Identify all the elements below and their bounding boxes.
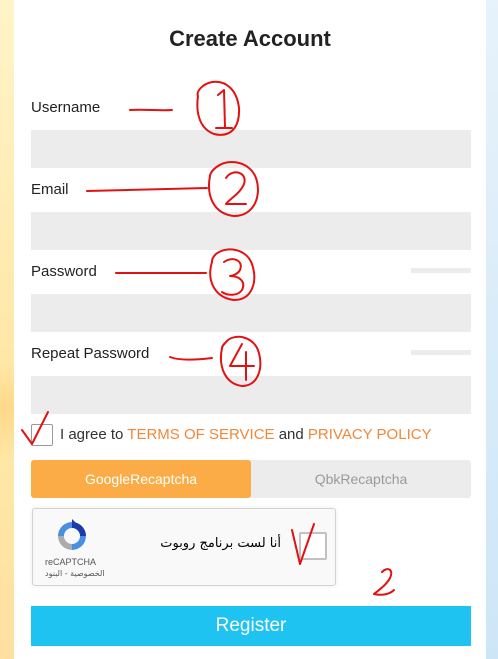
repeat-password-strength-bar — [411, 350, 471, 355]
recaptcha-checkbox[interactable] — [299, 532, 327, 560]
recaptcha-label: أنا لست برنامج روبوت — [160, 536, 281, 551]
recaptcha-widget: أنا لست برنامج روبوت reCAPTCHA الخصوصية … — [32, 508, 336, 586]
recaptcha-logo-icon — [58, 519, 86, 550]
recaptcha-brand: reCAPTCHA — [45, 557, 97, 567]
terms-agreement: I agree to TERMS OF SERVICE and PRIVACY … — [31, 424, 481, 446]
terms-checkbox[interactable] — [31, 424, 53, 446]
recaptcha-privacy-terms[interactable]: الخصوصية - البنود — [45, 569, 105, 578]
register-form: Create Account Username Email Password R… — [14, 0, 486, 659]
email-label: Email — [31, 181, 69, 198]
privacy-policy-link[interactable]: PRIVACY POLICY — [308, 426, 432, 443]
tab-google-recaptcha[interactable]: GoogleRecaptcha — [31, 460, 251, 498]
register-button[interactable]: Register — [31, 606, 471, 646]
tab-qbk-recaptcha[interactable]: QbkRecaptcha — [251, 460, 471, 498]
repeat-password-label: Repeat Password — [31, 345, 150, 362]
password-field[interactable] — [31, 294, 471, 332]
repeat-password-field[interactable] — [31, 376, 471, 414]
background-right-decoration — [486, 0, 498, 659]
terms-and: and — [278, 426, 304, 443]
username-label: Username — [31, 99, 101, 116]
page-title: Create Account — [169, 26, 331, 51]
terms-of-service-link[interactable]: TERMS OF SERVICE — [127, 426, 274, 443]
password-label: Password — [31, 263, 97, 280]
terms-text: I agree to TERMS OF SERVICE and PRIVACY … — [60, 426, 432, 443]
email-field[interactable] — [31, 212, 471, 250]
captcha-tabs: GoogleRecaptcha QbkRecaptcha — [31, 460, 471, 498]
password-strength-bar — [411, 268, 471, 273]
background-left-decoration — [0, 0, 14, 659]
terms-prefix: I agree to — [60, 426, 124, 443]
username-field[interactable] — [31, 130, 471, 168]
